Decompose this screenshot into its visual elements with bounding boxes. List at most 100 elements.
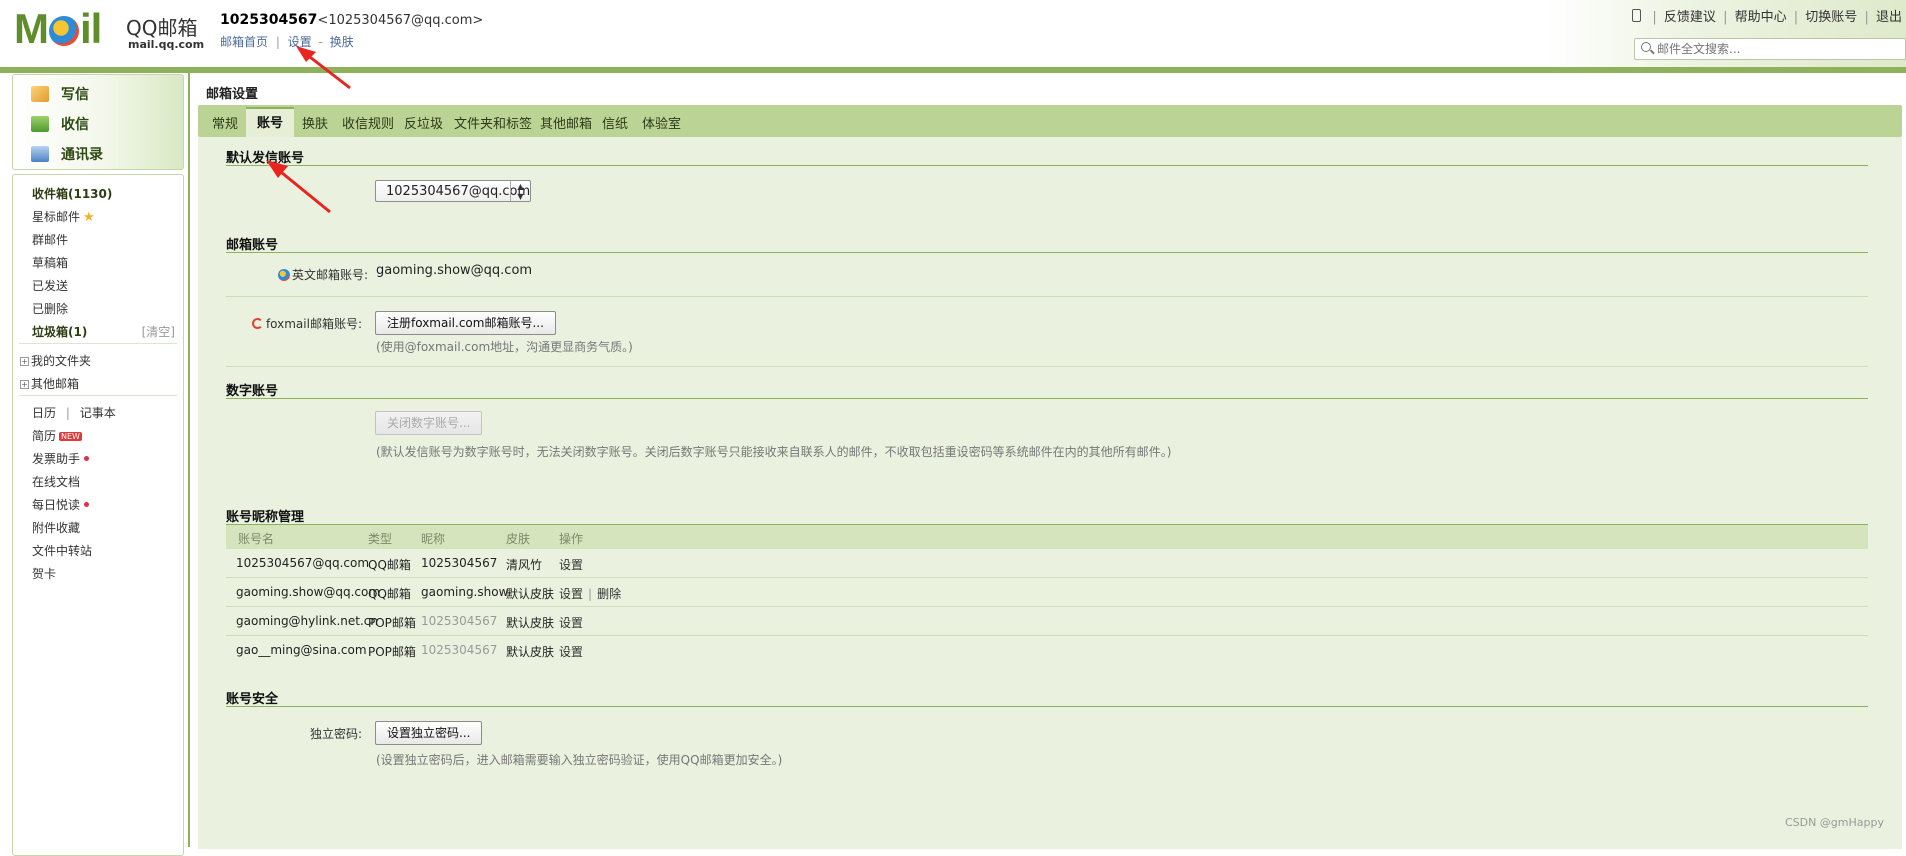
daily-reading-label: 每日悦读	[32, 498, 81, 512]
sidebar-item-drafts[interactable]: 草稿箱	[32, 254, 68, 271]
cell-actions: 设置 | 删除	[559, 585, 621, 602]
row-divider	[226, 366, 1868, 367]
tab-receive-rules[interactable]: 收信规则	[342, 113, 394, 132]
nav-divider	[19, 395, 177, 396]
col-skin: 皮肤	[506, 532, 531, 546]
contacts-icon	[31, 146, 49, 162]
tab-folders-tags[interactable]: 文件夹和标签	[454, 113, 532, 132]
sidebar-item-daily-reading[interactable]: 每日悦读	[32, 496, 90, 513]
tab-skin[interactable]: 换肤	[302, 113, 328, 132]
row-delete-link[interactable]: 删除	[597, 587, 621, 601]
user-info: 1025304567<1025304567@qq.com> 邮箱首页 | 设置 …	[220, 12, 483, 50]
col-type: 类型	[368, 532, 393, 546]
row-settings-link[interactable]: 设置	[559, 616, 583, 630]
feedback-link[interactable]: 反馈建议	[1664, 10, 1716, 25]
row-settings-link[interactable]: 设置	[559, 558, 583, 572]
foxmail-icon	[251, 318, 263, 329]
row-settings-link[interactable]: 设置	[559, 645, 583, 659]
sidebar-item-notes[interactable]: 记事本	[80, 406, 116, 420]
expand-icon[interactable]: +	[20, 380, 29, 389]
unread-dot	[84, 456, 90, 461]
foxmail-account-label: foxmail邮箱账号:	[248, 315, 362, 332]
clear-spam-link[interactable]: [清空]	[142, 323, 175, 340]
account-settings-content: 默认发信账号 1025304567@qq.com ▲ ▼ 邮箱账号 英文邮箱账号:…	[198, 137, 1902, 849]
section-digital-account: 数字账号	[226, 384, 279, 399]
sidebar-item-resume[interactable]: 简历 NEW	[32, 427, 82, 444]
sidebar-item-online-docs[interactable]: 在线文档	[32, 473, 80, 490]
col-actions: 操作	[559, 532, 584, 546]
search-input[interactable]	[1655, 40, 1899, 58]
switch-account-link[interactable]: 切换账号	[1805, 10, 1857, 25]
action-separator: |	[588, 587, 593, 601]
sidebar-item-sent[interactable]: 已发送	[32, 277, 68, 294]
mailbox-home-link[interactable]: 邮箱首页	[220, 35, 268, 49]
register-foxmail-button[interactable]: 注册foxmail.com邮箱账号...	[375, 311, 556, 335]
sidebar-item-starred[interactable]: 星标邮件 ★	[32, 208, 95, 225]
row-settings-link[interactable]: 设置	[559, 587, 583, 601]
search-box[interactable]	[1634, 38, 1906, 60]
cal-separator: |	[65, 406, 70, 420]
col-nickname: 昵称	[421, 532, 446, 546]
sidebar-item-group[interactable]: 群邮件	[32, 231, 68, 248]
sidebar-item-cards[interactable]: 贺卡	[32, 565, 56, 582]
my-folders-label: 我的文件夹	[31, 354, 92, 368]
tab-stationery[interactable]: 信纸	[602, 113, 628, 132]
contacts-button[interactable]: 通讯录	[31, 143, 103, 165]
set-password-button[interactable]: 设置独立密码...	[375, 721, 483, 745]
watermark: CSDN @gmHappy	[1784, 816, 1884, 829]
tab-other-mailbox[interactable]: 其他邮箱	[540, 113, 592, 132]
cell-actions: 设置	[559, 643, 583, 660]
tab-general[interactable]: 常规	[212, 113, 238, 132]
section-default-sender: 默认发信账号	[226, 151, 305, 166]
receive-button[interactable]: 收信	[31, 113, 89, 135]
sidebar-item-other-mailbox[interactable]: + 其他邮箱	[20, 375, 79, 392]
cell-nickname: 1025304567	[421, 614, 498, 628]
tab-lab[interactable]: 体验室	[642, 113, 681, 132]
sidebar-item-my-folders[interactable]: + 我的文件夹	[20, 352, 91, 369]
foxmail-account-label-text: foxmail邮箱账号:	[265, 317, 362, 331]
write-button[interactable]: 写信	[31, 83, 89, 105]
quick-actions: 写信 收信 通讯录	[12, 74, 184, 170]
logo-domain: mail.qq.com	[128, 38, 205, 51]
user-links: 邮箱首页 | 设置 - 换肤	[220, 33, 483, 50]
help-center-link[interactable]: 帮助中心	[1735, 10, 1787, 25]
qqmail-logo[interactable]: Mil QQ邮箱 mail.qq.com	[14, 8, 204, 54]
settings-link[interactable]: 设置	[288, 35, 312, 49]
search-icon	[1641, 42, 1651, 52]
tab-anti-spam[interactable]: 反垃圾	[404, 113, 443, 132]
user-email: <1025304567@qq.com>	[317, 13, 484, 28]
section-account-security: 账号安全	[226, 692, 279, 707]
sidebar-item-deleted[interactable]: 已删除	[32, 300, 68, 317]
table-row: gao__ming@sina.com POP邮箱 1025304567 默认皮肤…	[226, 636, 1868, 664]
cell-actions: 设置	[559, 614, 583, 631]
digital-account-hint: (默认发信账号为数字账号时，无法关闭数字账号。关闭后数字账号只能接收来自联系人的…	[376, 445, 1172, 459]
close-digital-account-button[interactable]: 关闭数字账号...	[375, 411, 483, 435]
top-sep: |	[1652, 10, 1657, 25]
tab-account[interactable]: 账号	[246, 107, 295, 139]
col-account: 账号名	[238, 532, 275, 546]
default-sender-select[interactable]: 1025304567@qq.com ▲ ▼	[375, 180, 531, 202]
cell-actions: 设置	[559, 556, 583, 573]
expand-icon[interactable]: +	[20, 357, 29, 366]
page-title: 邮箱设置	[206, 87, 259, 102]
password-hint: (设置独立密码后，进入邮箱需要输入独立密码验证，使用QQ邮箱更加安全。)	[376, 753, 783, 767]
receive-icon	[31, 116, 49, 132]
logout-link[interactable]: 退出	[1876, 10, 1902, 25]
default-sender-value: 1025304567@qq.com	[386, 184, 531, 199]
cell-nickname: gaoming.show	[421, 585, 509, 599]
calendar-notes-row: 日历 | 记事本	[32, 404, 116, 421]
sidebar-item-file-transfer[interactable]: 文件中转站	[32, 542, 92, 559]
change-skin-link[interactable]: 换肤	[330, 35, 354, 49]
sidebar-item-spam[interactable]: 垃圾箱(1)	[32, 323, 87, 340]
sidebar-item-inbox[interactable]: 收件箱(1130)	[32, 185, 112, 202]
sidebar-item-attachments[interactable]: 附件收藏	[32, 519, 80, 536]
sidebar-item-calendar[interactable]: 日历	[32, 406, 56, 420]
section-nickname-management: 账号昵称管理	[226, 510, 305, 525]
phone-icon[interactable]	[1632, 9, 1642, 22]
table-row: gaoming@hylink.net.cn POP邮箱 1025304567 默…	[226, 607, 1868, 636]
new-badge: NEW	[59, 432, 82, 441]
sidebar-item-invoice[interactable]: 发票助手	[32, 450, 90, 467]
top-header: Mil QQ邮箱 mail.qq.com 1025304567<10253045…	[0, 0, 1906, 68]
cell-nickname: 1025304567	[421, 643, 498, 657]
top-sep: |	[1864, 10, 1869, 25]
